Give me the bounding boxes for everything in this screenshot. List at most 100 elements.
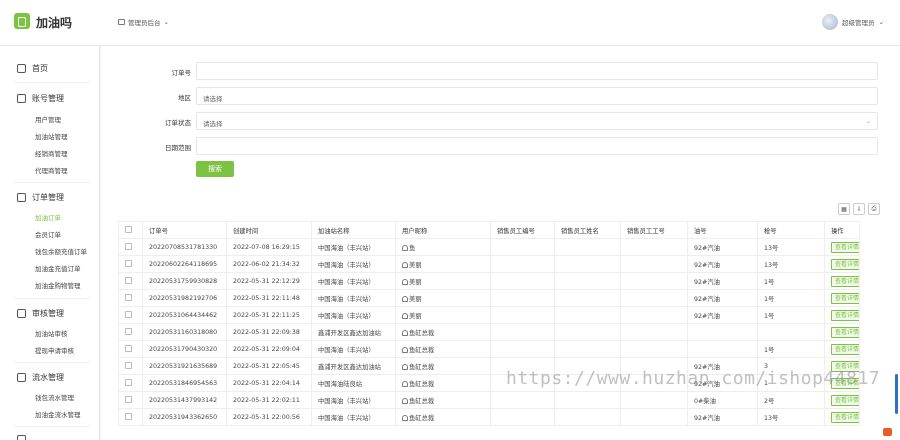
table-cell: 2022-06-02 21:34:32 <box>226 255 312 273</box>
sidebar-item-stations[interactable]: 加油站管理 <box>35 131 68 141</box>
row-checkbox[interactable] <box>118 374 143 392</box>
view-details-button[interactable]: 查看详情 <box>831 411 859 423</box>
row-checkbox[interactable] <box>118 306 143 324</box>
column-header: 操作 <box>824 221 860 239</box>
table-cell: 2022-05-31 22:11:25 <box>226 306 312 324</box>
column-header[interactable]: 创建时间 <box>226 221 312 239</box>
row-checkbox[interactable] <box>118 408 143 426</box>
view-details-button[interactable]: 查看详情 <box>831 309 859 321</box>
user-icon <box>402 244 408 251</box>
row-checkbox[interactable] <box>118 391 143 409</box>
table-cell <box>490 306 555 324</box>
table-cell: 92#汽油 <box>687 306 758 324</box>
user-icon <box>402 329 408 336</box>
table-cell <box>620 306 688 324</box>
divider <box>14 182 90 183</box>
sidebar-item-member-orders[interactable]: 会员订单 <box>35 229 61 239</box>
view-details-button[interactable]: 查看详情 <box>831 343 859 355</box>
filter-order-no: 订单号 <box>101 62 881 80</box>
date-range-input[interactable] <box>196 137 878 155</box>
table-cell: 92#汽油 <box>687 255 758 273</box>
sidebar-item-fuel-orders[interactable]: 加油订单 <box>35 212 61 222</box>
row-checkbox[interactable] <box>118 238 143 256</box>
view-details-button[interactable]: 查看详情 <box>831 258 859 270</box>
filter-date-range: 日期范围 <box>101 137 881 155</box>
table-row: 20220708531781330 2022-07-08 16:29:15 中国海油… <box>118 238 860 256</box>
sidebar-item-withdraw-review[interactable]: 提现申请审核 <box>35 345 74 355</box>
table-cell: 2022-05-31 22:09:38 <box>226 323 312 341</box>
table-cell: 13号 <box>757 408 825 426</box>
app-title: 加油吗 <box>36 16 73 30</box>
view-details-button[interactable]: 查看详情 <box>831 292 859 304</box>
view-details-button[interactable]: 查看详情 <box>831 326 859 338</box>
table-row: 20220531160318080 2022-05-31 22:09:38 鑫浦开发… <box>118 323 860 341</box>
table-cell: 美丽 <box>395 289 491 307</box>
region-label: 地区 <box>178 94 191 102</box>
sidebar-group-accounts[interactable]: 账号管理 <box>17 93 64 104</box>
sidebar-item-dealers[interactable]: 经销商管理 <box>35 148 68 158</box>
table-cell: 中国海油（丰兴站） <box>311 238 396 256</box>
table-row: 20220602264118695 2022-06-02 21:34:32 中国海油… <box>118 255 860 273</box>
table-cell <box>490 391 555 409</box>
status-select[interactable]: 请选择 ⌄ <box>196 112 878 130</box>
sidebar-item-fuelcredit-shopping[interactable]: 加油金购物管理 <box>35 280 81 290</box>
table-toolbar: ▦ ⇩ ⎙ <box>838 203 880 215</box>
sidebar-item-fuelcredit-ledger[interactable]: 加油金流水管理 <box>35 409 81 419</box>
scrollbar-thumb[interactable] <box>895 374 898 414</box>
table-cell <box>554 408 621 426</box>
view-details-button[interactable]: 查看详情 <box>831 275 859 287</box>
table-cell <box>554 255 621 273</box>
column-header[interactable]: 用户昵称 <box>395 221 491 239</box>
view-details-button[interactable]: 查看详情 <box>831 241 859 253</box>
column-header[interactable]: 销售员工编号 <box>490 221 555 239</box>
row-checkbox[interactable] <box>118 323 143 341</box>
sidebar-group-more[interactable]: … <box>17 435 40 440</box>
sidebar-item-users[interactable]: 用户管理 <box>35 114 61 124</box>
sidebar-group-review[interactable]: 审核管理 <box>17 308 64 319</box>
order-no-input[interactable] <box>196 62 878 80</box>
column-header[interactable]: 油号 <box>687 221 758 239</box>
sidebar-item-wallet-recharge[interactable]: 钱包余额充值订单 <box>35 246 87 256</box>
view-details-button[interactable]: 查看详情 <box>831 394 859 406</box>
table-cell <box>554 323 621 341</box>
row-checkbox[interactable] <box>118 340 143 358</box>
column-header[interactable]: 销售员工工号 <box>620 221 688 239</box>
column-header[interactable]: 加油站名称 <box>311 221 396 239</box>
table-cell: 鱼缸总裁 <box>395 340 491 358</box>
role-switch-dropdown[interactable]: 管理员后台 ⌄ <box>118 17 169 27</box>
feedback-icon[interactable] <box>883 428 892 436</box>
search-button[interactable]: 搜索 <box>196 161 234 177</box>
sidebar-item-fuelcredit-recharge[interactable]: 加油金充值订单 <box>35 263 81 273</box>
monitor-icon <box>118 19 125 25</box>
row-checkbox[interactable] <box>118 272 143 290</box>
export-icon[interactable]: ⇩ <box>853 203 865 215</box>
table-cell: 查看详情 <box>824 289 860 307</box>
table-cell: 美丽 <box>395 306 491 324</box>
sidebar-item-agents[interactable]: 代理商管理 <box>35 165 68 175</box>
column-header[interactable]: 枪号 <box>757 221 825 239</box>
print-icon[interactable]: ⎙ <box>868 203 880 215</box>
table-cell: 1号 <box>757 272 825 290</box>
select-all-checkbox[interactable] <box>118 221 143 239</box>
column-header[interactable]: 销售员工姓名 <box>554 221 621 239</box>
column-header[interactable]: 订单号 <box>142 221 227 239</box>
divider <box>14 82 90 83</box>
columns-filter-icon[interactable]: ▦ <box>838 203 850 215</box>
sidebar-item-home[interactable]: 首页 <box>17 63 48 74</box>
user-menu[interactable]: 超级管理员 ⌄ <box>822 14 884 30</box>
region-select[interactable]: 请选择 <box>196 87 878 105</box>
table-row: 20220531982192706 2022-05-31 22:11:48 中国海油… <box>118 289 860 307</box>
row-checkbox[interactable] <box>118 255 143 273</box>
row-checkbox[interactable] <box>118 289 143 307</box>
table-row: 20220531064434462 2022-05-31 22:11:25 中国海油… <box>118 306 860 324</box>
sidebar-item-station-review[interactable]: 加油站审核 <box>35 328 68 338</box>
table-row: 20220531943362650 2022-05-31 22:00:56 中国海油… <box>118 408 860 426</box>
user-icon <box>402 346 408 353</box>
sidebar-group-orders[interactable]: 订单管理 <box>17 192 64 203</box>
row-checkbox[interactable] <box>118 357 143 375</box>
table-cell <box>554 306 621 324</box>
sidebar-group-ledger[interactable]: 流水管理 <box>17 372 64 383</box>
table-cell <box>620 408 688 426</box>
sidebar-item-wallet-ledger[interactable]: 钱包流水管理 <box>35 392 74 402</box>
table-cell: 92#汽油 <box>687 408 758 426</box>
